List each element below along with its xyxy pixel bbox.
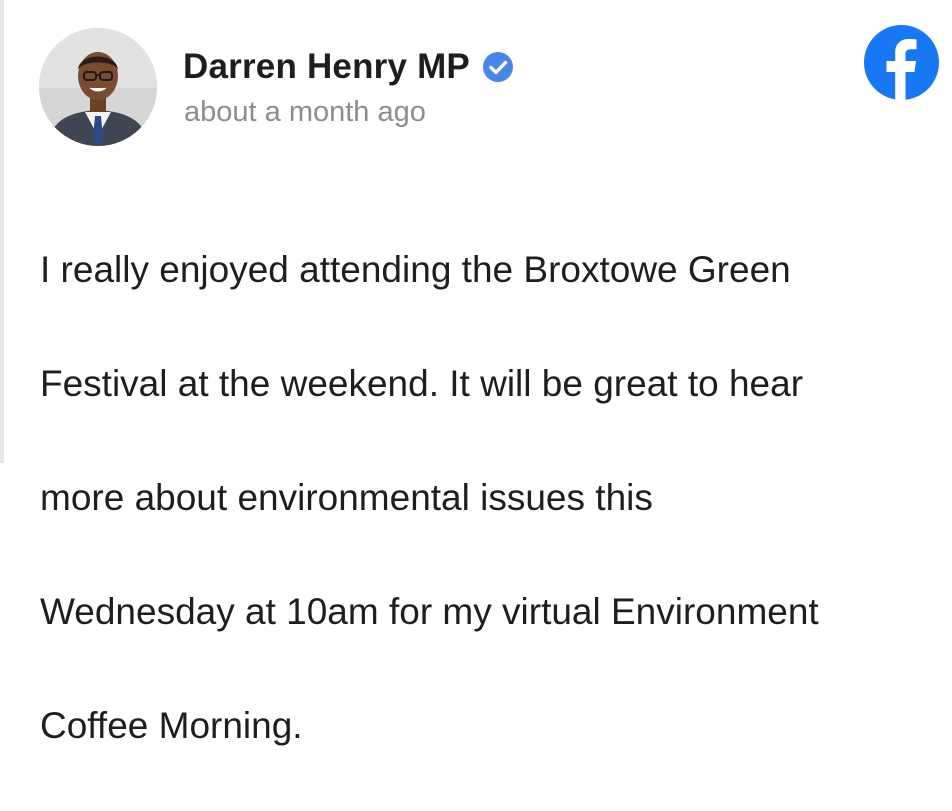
facebook-post-card: Darren Henry MP about a month ago I real…	[0, 0, 952, 746]
post-text-line: Coffee Morning.	[40, 705, 303, 746]
post-text-line: Wednesday at 10am for my virtual Environ…	[40, 591, 819, 632]
avatar[interactable]	[39, 28, 157, 146]
verified-badge-icon	[482, 51, 514, 83]
author-name[interactable]: Darren Henry MP	[183, 47, 470, 87]
post-timestamp[interactable]: about a month ago	[184, 96, 426, 129]
post-text-line: I really enjoyed attending the Broxtowe …	[40, 249, 791, 290]
author-row: Darren Henry MP	[183, 44, 514, 90]
post-text: I really enjoyed attending the Broxtowe …	[40, 184, 940, 811]
post-text-line: more about environmental issues this	[40, 477, 653, 518]
facebook-logo-icon	[864, 25, 939, 100]
post-text-line: Festival at the weekend. It will be grea…	[40, 363, 804, 404]
profile-photo	[39, 28, 157, 146]
